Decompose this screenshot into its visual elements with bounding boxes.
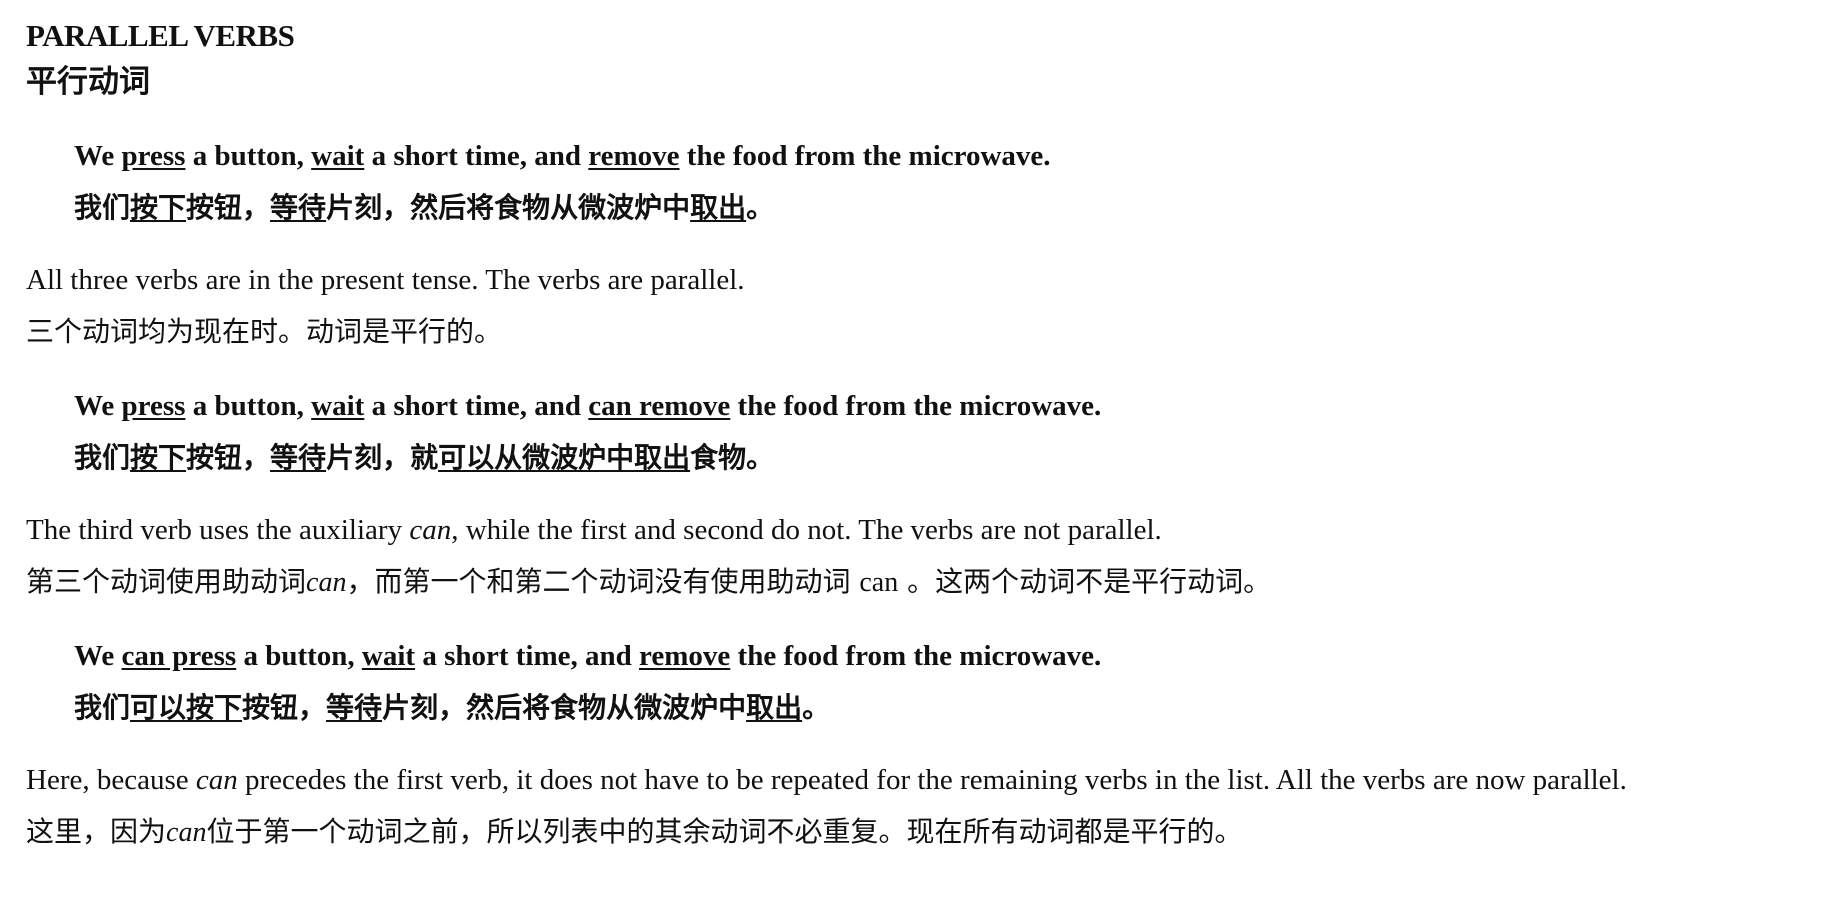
verb-press: press bbox=[121, 140, 186, 172]
auxiliary-can: can bbox=[166, 817, 207, 848]
text: a short time, and bbox=[364, 390, 589, 422]
text: 按钮， bbox=[186, 191, 271, 224]
verb-can-press-zh: 可以按下 bbox=[130, 691, 243, 724]
example-2-english: We press a button, wait a short time, an… bbox=[74, 388, 1816, 424]
text: The third verb uses the auxiliary bbox=[26, 514, 410, 546]
note-3-english: Here, because can precedes the first ver… bbox=[26, 762, 1816, 798]
text: 食物。 bbox=[690, 441, 775, 474]
text: ，而第一个和第二个动词没有使用助动词 bbox=[346, 565, 860, 598]
text: a button, bbox=[185, 140, 312, 172]
text: 我们 bbox=[74, 691, 131, 724]
text: a button, bbox=[185, 390, 312, 422]
text: the food from the microwave. bbox=[730, 390, 1102, 422]
text: the food from the microwave. bbox=[679, 140, 1051, 172]
text: 按钮， bbox=[186, 441, 271, 474]
text: 我们 bbox=[74, 191, 131, 224]
text: a button, bbox=[236, 640, 362, 672]
example-1: We press a button, wait a short time, an… bbox=[26, 138, 1816, 228]
verb-wait: wait bbox=[311, 140, 365, 172]
verb-can-remove: can remove bbox=[588, 390, 731, 422]
auxiliary-can: can bbox=[409, 514, 452, 546]
verb-press-zh: 按下 bbox=[130, 191, 187, 224]
example-3-chinese: 我们可以按下按钮，等待片刻，然后将食物从微波炉中取出。 bbox=[74, 688, 1816, 728]
text: 片刻，然后将食物从微波炉中 bbox=[382, 691, 747, 724]
verb-wait-zh: 等待 bbox=[326, 691, 383, 724]
auxiliary-can: can bbox=[306, 567, 347, 598]
note-1-chinese: 三个动词均为现在时。动词是平行的。 bbox=[26, 315, 503, 348]
verb-can-remove-zh: 可以从微波炉中取出 bbox=[438, 441, 691, 474]
text: a short time, and bbox=[415, 640, 640, 672]
text: 。 bbox=[802, 691, 831, 724]
text: 按钮， bbox=[242, 691, 327, 724]
text: , while the first and second do not. The… bbox=[451, 514, 1162, 546]
auxiliary-can: can bbox=[195, 764, 238, 796]
verb-remove-zh: 取出 bbox=[746, 691, 803, 724]
heading-chinese: 平行动词 bbox=[26, 64, 150, 100]
example-1-english: We press a button, wait a short time, an… bbox=[74, 138, 1816, 174]
verb-wait: wait bbox=[311, 390, 365, 422]
text: a short time, and bbox=[364, 140, 589, 172]
example-3-english: We can press a button, wait a short time… bbox=[74, 638, 1816, 674]
text: 位于第一个动词之前，所以列表中的其余动词不必重复。现在所有动词都是平行的。 bbox=[206, 815, 1243, 848]
note-2-english: The third verb uses the auxiliary can, w… bbox=[26, 512, 1816, 548]
verb-wait-zh: 等待 bbox=[270, 191, 327, 224]
example-2: We press a button, wait a short time, an… bbox=[26, 388, 1816, 478]
example-3: We can press a button, wait a short time… bbox=[26, 638, 1816, 728]
verb-remove: remove bbox=[639, 640, 731, 672]
text: We bbox=[74, 140, 122, 172]
verb-press: press bbox=[121, 390, 186, 422]
verb-press-zh: 按下 bbox=[130, 441, 187, 474]
text: Here, because bbox=[26, 764, 196, 796]
text: We bbox=[74, 390, 122, 422]
example-2-chinese: 我们按下按钮，等待片刻，就可以从微波炉中取出食物。 bbox=[74, 438, 1816, 478]
verb-wait: wait bbox=[361, 640, 416, 672]
text: 。 bbox=[746, 191, 775, 224]
note-1-english: All three verbs are in the present tense… bbox=[26, 264, 745, 296]
text: 片刻，然后将食物从微波炉中 bbox=[326, 191, 691, 224]
text: 我们 bbox=[74, 441, 131, 474]
verb-remove-zh: 取出 bbox=[690, 191, 747, 224]
auxiliary-can-plain: can bbox=[859, 567, 899, 598]
text: precedes the first verb, it does not hav… bbox=[237, 764, 1627, 796]
text: 片刻，就 bbox=[326, 441, 439, 474]
text: 这里，因为 bbox=[26, 815, 167, 848]
example-1-chinese: 我们按下按钮，等待片刻，然后将食物从微波炉中取出。 bbox=[74, 188, 1816, 228]
verb-wait-zh: 等待 bbox=[270, 441, 327, 474]
note-3-chinese: 这里，因为can位于第一个动词之前，所以列表中的其余动词不必重复。现在所有动词都… bbox=[26, 812, 1816, 852]
text: We bbox=[74, 640, 122, 672]
verb-can-press: can press bbox=[121, 640, 237, 672]
verb-remove: remove bbox=[588, 140, 680, 172]
heading-english: PARALLEL VERBS bbox=[26, 18, 295, 53]
note-2-chinese: 第三个动词使用助动词can，而第一个和第二个动词没有使用助动词 can 。这两个… bbox=[26, 562, 1816, 602]
text: 第三个动词使用助动词 bbox=[26, 565, 307, 598]
document: PARALLEL VERBS 平行动词 We press a button, w… bbox=[26, 16, 1816, 852]
text: 。这两个动词不是平行动词。 bbox=[898, 565, 1272, 598]
text: the food from the microwave. bbox=[730, 640, 1102, 672]
